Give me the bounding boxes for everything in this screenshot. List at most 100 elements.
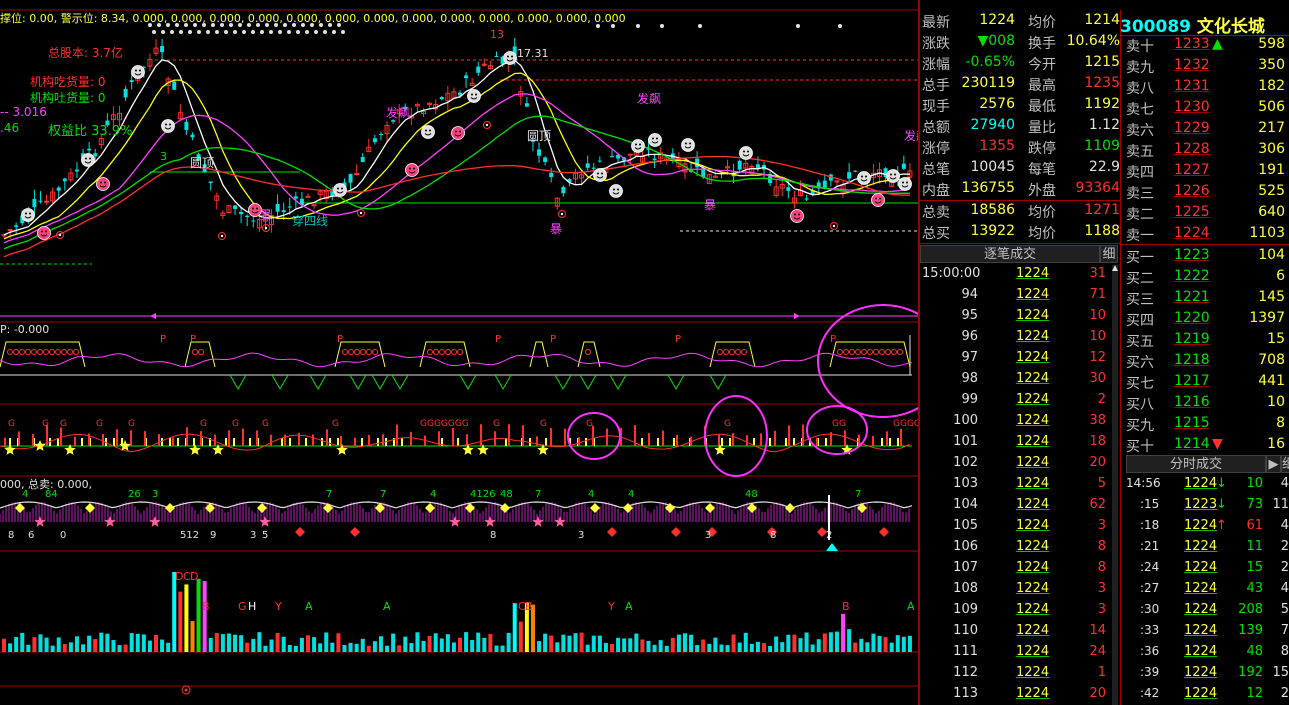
tick-price: 1224	[1016, 329, 1050, 344]
quote-label: 最低	[1028, 99, 1056, 115]
p-marker	[67, 349, 73, 355]
volume-bar	[166, 642, 171, 652]
tick-row[interactable]: 102 1224 20	[920, 453, 1120, 474]
smiley-icon	[886, 169, 900, 183]
g-label: G	[96, 419, 103, 429]
ask-row[interactable]: 卖八 1231 182	[1126, 76, 1289, 97]
indicator-pane-p: PPPPPPP	[0, 334, 913, 391]
bid-row[interactable]: 买三 1221 145	[1126, 287, 1289, 308]
tick-row[interactable]: 94 1224 71	[920, 285, 1120, 306]
bid-row[interactable]: 买十 1214 ▼ 16	[1126, 434, 1289, 455]
minute-tick-time: :24	[1140, 560, 1160, 574]
tick-row[interactable]: 110 1224 14	[920, 621, 1120, 642]
volume-bar	[543, 633, 548, 652]
tick-row[interactable]: 100 1224 38	[920, 411, 1120, 432]
ask-row[interactable]: 卖二 1225 640	[1126, 202, 1289, 223]
volume-bar	[324, 632, 329, 652]
wave-number: 7	[535, 489, 541, 500]
ask-row[interactable]: 卖十 1233 ▲ 598	[1126, 34, 1289, 55]
quote-value: -0.65%	[965, 54, 1015, 70]
tick-row[interactable]: 108 1224 3	[920, 579, 1120, 600]
kline-chart[interactable]: PPPPPPP G G G G G G G G G GGGGGGG G G G G GG GGGG 8 6 0 51…	[0, 0, 918, 705]
tab-minute-trades[interactable]: 分时成交	[1126, 455, 1266, 473]
minute-tick-row[interactable]: :42 1224 12 2	[1126, 684, 1289, 705]
tick-row[interactable]: 111 1224 24	[920, 642, 1120, 663]
tick-volume: 2	[1097, 392, 1106, 407]
bid-row[interactable]: 买六 1218 708	[1126, 350, 1289, 371]
wave-number: 9	[210, 530, 216, 541]
tick-row[interactable]: 109 1224 3	[920, 600, 1120, 621]
tick-volume: 3	[1097, 581, 1106, 596]
minute-tick-row[interactable]: 14:56 1224 ↓ 10 4	[1126, 474, 1289, 495]
tick-row[interactable]: 107 1224 8	[920, 558, 1120, 579]
minute-tick-row[interactable]: :39 1224 192 15	[1126, 663, 1289, 684]
tick-row[interactable]: 104 1224 62	[920, 495, 1120, 516]
p-marker	[25, 349, 31, 355]
minute-tick-row[interactable]: :27 1224 43 4	[1126, 579, 1289, 600]
tick-volume: 30	[1089, 371, 1106, 386]
minute-tick-row[interactable]: :33 1224 139 7	[1126, 621, 1289, 642]
total-shares-label: 总股本: 3.7亿	[48, 46, 123, 60]
chart-area[interactable]: PPPPPPP G G G G G G G G G GGGGGGG G G G G GG GGGG 8 6 0 51…	[0, 0, 918, 705]
minute-tick-row[interactable]: :21 1224 11 2	[1126, 537, 1289, 558]
tick-row[interactable]: 97 1224 12	[920, 348, 1120, 369]
bid-row[interactable]: 买一 1223 104	[1126, 245, 1289, 266]
main-indicator-header: 撑位: 0.00, 警示位: 8.34, 0.000, 0.000, 0.000…	[0, 12, 626, 25]
pivot-dot-icon	[483, 121, 491, 129]
ask-row[interactable]: 卖一 1224 1103	[1126, 223, 1289, 244]
ask-row[interactable]: 卖四 1227 191	[1126, 160, 1289, 181]
tick-time: 100	[953, 413, 978, 428]
tick-row[interactable]: 112 1224 1	[920, 663, 1120, 684]
tick-row[interactable]: 15:00:00 1224 31	[920, 264, 1120, 285]
ask-row[interactable]: 卖七 1230 506	[1126, 97, 1289, 118]
tab-next-icon[interactable]: ▶	[1266, 455, 1281, 473]
p-dip	[494, 374, 512, 391]
wave-number: 5	[262, 530, 268, 541]
tick-row[interactable]: 99 1224 2	[920, 390, 1120, 411]
tab-detail[interactable]: 细	[1100, 245, 1118, 263]
bid-row[interactable]: 买四 1220 1397	[1126, 308, 1289, 329]
candle	[305, 193, 311, 198]
minute-tick-row[interactable]: :36 1224 48 8	[1126, 642, 1289, 663]
volume-bar	[184, 584, 189, 652]
tick-row[interactable]: 103 1224 5	[920, 474, 1120, 495]
bid-row[interactable]: 买七 1217 441	[1126, 371, 1289, 392]
bid-row[interactable]: 买九 1215 8	[1126, 413, 1289, 434]
tick-row[interactable]: 96 1224 10	[920, 327, 1120, 348]
minute-tick-row[interactable]: :30 1224 208 5	[1126, 600, 1289, 621]
p-marker	[741, 349, 747, 355]
bid-row[interactable]: 买五 1219 15	[1126, 329, 1289, 350]
tab-detail-2[interactable]: 细	[1281, 455, 1289, 473]
g-label: G	[8, 419, 15, 429]
bid-row[interactable]: 买八 1216 10	[1126, 392, 1289, 413]
tick-row[interactable]: 98 1224 30	[920, 369, 1120, 390]
bid-row[interactable]: 买二 1222 6	[1126, 266, 1289, 287]
minute-tick-row[interactable]: :24 1224 15 2	[1126, 558, 1289, 579]
tick-price: 1224	[1016, 434, 1050, 449]
ask-row[interactable]: 卖九 1232 350	[1126, 55, 1289, 76]
quote-label: 最高	[1028, 78, 1056, 94]
ask-row[interactable]: 卖五 1228 306	[1126, 139, 1289, 160]
tick-volume: 31	[1089, 266, 1106, 281]
quote-label: 总笔	[922, 162, 950, 178]
tick-row[interactable]: 106 1224 8	[920, 537, 1120, 558]
candle	[311, 204, 317, 209]
signal-dot	[152, 30, 156, 34]
ask-row[interactable]: 卖六 1229 217	[1126, 118, 1289, 139]
tick-row[interactable]: 101 1224 18	[920, 432, 1120, 453]
tick-row[interactable]: 95 1224 10	[920, 306, 1120, 327]
signal-dot	[323, 30, 327, 34]
tick-row[interactable]: 113 1224 20	[920, 684, 1120, 705]
minute-tick-row[interactable]: :15 1223 ↓ 73 11	[1126, 495, 1289, 516]
tick-row[interactable]: 105 1224 3	[920, 516, 1120, 537]
tab-tick-trades[interactable]: 逐笔成交	[920, 245, 1100, 263]
ask-price: 1227	[1174, 162, 1210, 178]
minute-tick-row[interactable]: :18 1224 ↑ 61 4	[1126, 516, 1289, 537]
ask-label: 卖七	[1126, 102, 1154, 118]
red-diamond-icon	[607, 527, 617, 537]
ask-row[interactable]: 卖三 1226 525	[1126, 181, 1289, 202]
volume-bar	[871, 633, 876, 652]
volume-bar	[786, 634, 791, 652]
p-tick-label: P	[337, 334, 343, 345]
tick-time: 96	[961, 329, 978, 344]
